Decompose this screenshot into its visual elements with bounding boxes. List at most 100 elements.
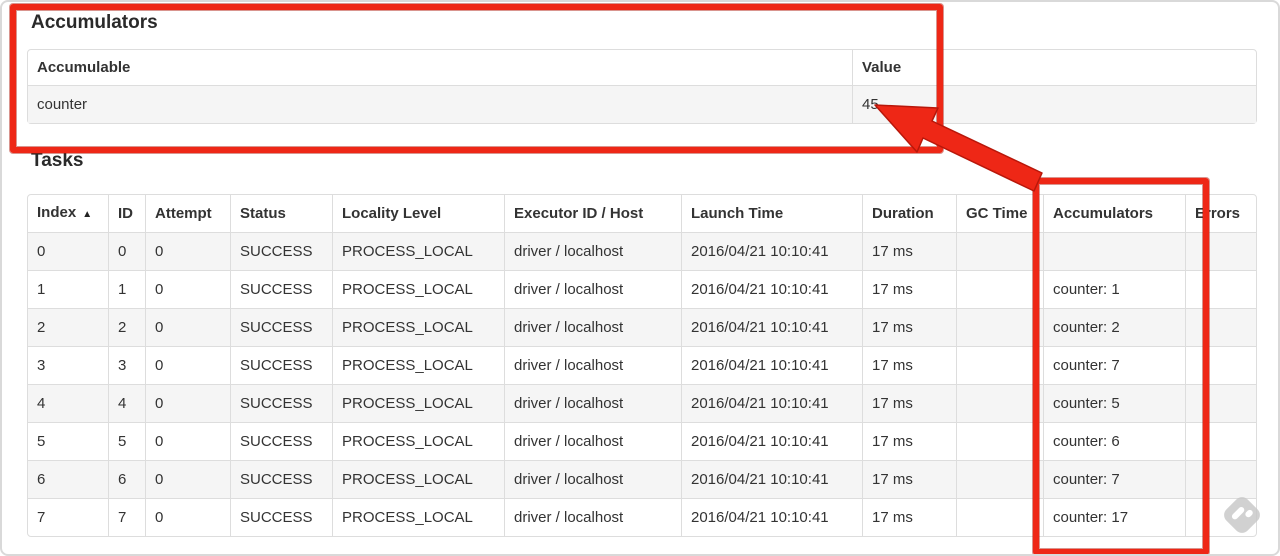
table-cell: counter: 5 xyxy=(1044,385,1186,423)
table-cell xyxy=(1186,423,1256,461)
table-cell xyxy=(957,499,1044,536)
table-row: 2 2 0 SUCCESS PROCESS_LOCAL driver / localhos… xyxy=(28,309,1256,347)
table-cell: SUCCESS xyxy=(231,347,333,385)
column-header-attempt[interactable]: Attempt xyxy=(146,195,231,233)
table-cell: 17 ms xyxy=(863,271,957,309)
table-cell: 17 ms xyxy=(863,309,957,347)
table-cell: 2016/04/21 10:10:41 xyxy=(682,385,863,423)
column-header-accumulators[interactable]: Accumulators xyxy=(1044,195,1186,233)
table-cell: driver / localhost xyxy=(505,385,682,423)
table-cell: SUCCESS xyxy=(231,461,333,499)
table-cell: counter: 7 xyxy=(1044,461,1186,499)
table-cell xyxy=(1186,271,1256,309)
table-cell xyxy=(1186,309,1256,347)
table-cell: 0 xyxy=(146,423,231,461)
table-cell: 3 xyxy=(28,347,109,385)
table-cell: 45 xyxy=(862,96,879,113)
table-cell: 2016/04/21 10:10:41 xyxy=(682,271,863,309)
table-cell: PROCESS_LOCAL xyxy=(333,385,505,423)
table-cell: PROCESS_LOCAL xyxy=(333,499,505,536)
table-cell: SUCCESS xyxy=(231,233,333,271)
table-cell: 2016/04/21 10:10:41 xyxy=(682,309,863,347)
table-cell: 17 ms xyxy=(863,461,957,499)
table-cell: 2016/04/21 10:10:41 xyxy=(682,347,863,385)
column-header-errors[interactable]: Errors xyxy=(1186,195,1256,233)
table-cell: counter: 2 xyxy=(1044,309,1186,347)
table-row: 0 0 0 SUCCESS PROCESS_LOCAL driver / localhos… xyxy=(28,233,1256,271)
table-cell: driver / localhost xyxy=(505,347,682,385)
table-cell: 0 xyxy=(146,347,231,385)
table-cell xyxy=(957,271,1044,309)
table-cell: 5 xyxy=(109,423,146,461)
table-cell: 2016/04/21 10:10:41 xyxy=(682,233,863,271)
table-cell xyxy=(957,309,1044,347)
table-cell xyxy=(957,423,1044,461)
table-cell: 17 ms xyxy=(863,347,957,385)
column-header-id[interactable]: ID xyxy=(109,195,146,233)
column-header-index-label: Index xyxy=(37,204,77,221)
table-cell xyxy=(957,461,1044,499)
table-cell: SUCCESS xyxy=(231,309,333,347)
table-cell: PROCESS_LOCAL xyxy=(333,233,505,271)
table-cell xyxy=(1186,233,1256,271)
table-cell: 0 xyxy=(146,499,231,536)
table-cell xyxy=(957,347,1044,385)
table-cell: 0 xyxy=(109,233,146,271)
table-row: counter 45 xyxy=(28,86,1256,123)
table-cell: driver / localhost xyxy=(505,423,682,461)
table-cell: 6 xyxy=(109,461,146,499)
table-row: 7 7 0 SUCCESS PROCESS_LOCAL driver / localhos… xyxy=(28,499,1256,536)
column-header-value: Value xyxy=(853,50,1256,86)
table-row: 3 3 0 SUCCESS PROCESS_LOCAL driver / localhos… xyxy=(28,347,1256,385)
table-header-row: Accumulable Value xyxy=(28,50,1256,86)
sort-ascending-icon: ▲ xyxy=(82,209,93,220)
table-cell: PROCESS_LOCAL xyxy=(333,309,505,347)
table-cell xyxy=(1186,499,1256,536)
accumulators-section-heading: Accumulators xyxy=(31,12,158,33)
table-cell: SUCCESS xyxy=(231,423,333,461)
column-header-executor-id-host[interactable]: Executor ID / Host xyxy=(505,195,682,233)
table-cell: 0 xyxy=(28,233,109,271)
table-row: 1 1 0 SUCCESS PROCESS_LOCAL driver / localhos… xyxy=(28,271,1256,309)
table-cell: PROCESS_LOCAL xyxy=(333,461,505,499)
table-cell: PROCESS_LOCAL xyxy=(333,347,505,385)
table-row: 5 5 0 SUCCESS PROCESS_LOCAL driver / localhos… xyxy=(28,423,1256,461)
table-cell: 2016/04/21 10:10:41 xyxy=(682,423,863,461)
table-cell: 6 xyxy=(28,461,109,499)
table-cell: 0 xyxy=(146,233,231,271)
table-cell: SUCCESS xyxy=(231,271,333,309)
column-header-accumulable: Accumulable xyxy=(28,50,853,86)
table-cell: counter: 17 xyxy=(1044,499,1186,536)
column-header-duration[interactable]: Duration xyxy=(863,195,957,233)
accumulators-table-body: counter 45 xyxy=(28,86,1256,123)
table-cell: 0 xyxy=(146,385,231,423)
table-cell xyxy=(957,233,1044,271)
table-cell: 3 xyxy=(109,347,146,385)
page-frame: Accumulators Accumulable Value counter 45… xyxy=(0,0,1280,556)
column-header-gc-time[interactable]: GC Time xyxy=(957,195,1044,233)
table-cell xyxy=(1186,385,1256,423)
table-cell: 5 xyxy=(28,423,109,461)
table-cell: driver / localhost xyxy=(505,271,682,309)
table-cell: PROCESS_LOCAL xyxy=(333,423,505,461)
table-cell: counter xyxy=(28,86,853,123)
table-cell: 17 ms xyxy=(863,499,957,536)
column-header-launch-time[interactable]: Launch Time xyxy=(682,195,863,233)
table-cell: 0 xyxy=(146,461,231,499)
column-header-locality-level[interactable]: Locality Level xyxy=(333,195,505,233)
table-cell: 4 xyxy=(28,385,109,423)
table-row: 6 6 0 SUCCESS PROCESS_LOCAL driver / localhos… xyxy=(28,461,1256,499)
column-header-status[interactable]: Status xyxy=(231,195,333,233)
table-cell: 1 xyxy=(28,271,109,309)
table-cell: 1 xyxy=(109,271,146,309)
table-cell: 2 xyxy=(28,309,109,347)
table-cell: SUCCESS xyxy=(231,499,333,536)
table-cell: driver / localhost xyxy=(505,233,682,271)
table-row: 4 4 0 SUCCESS PROCESS_LOCAL driver / localhos… xyxy=(28,385,1256,423)
table-cell xyxy=(957,385,1044,423)
table-cell: counter: 6 xyxy=(1044,423,1186,461)
column-header-index[interactable]: Index ▲ xyxy=(28,195,109,233)
table-cell: 7 xyxy=(28,499,109,536)
table-cell xyxy=(1044,233,1186,271)
table-cell: driver / localhost xyxy=(505,461,682,499)
